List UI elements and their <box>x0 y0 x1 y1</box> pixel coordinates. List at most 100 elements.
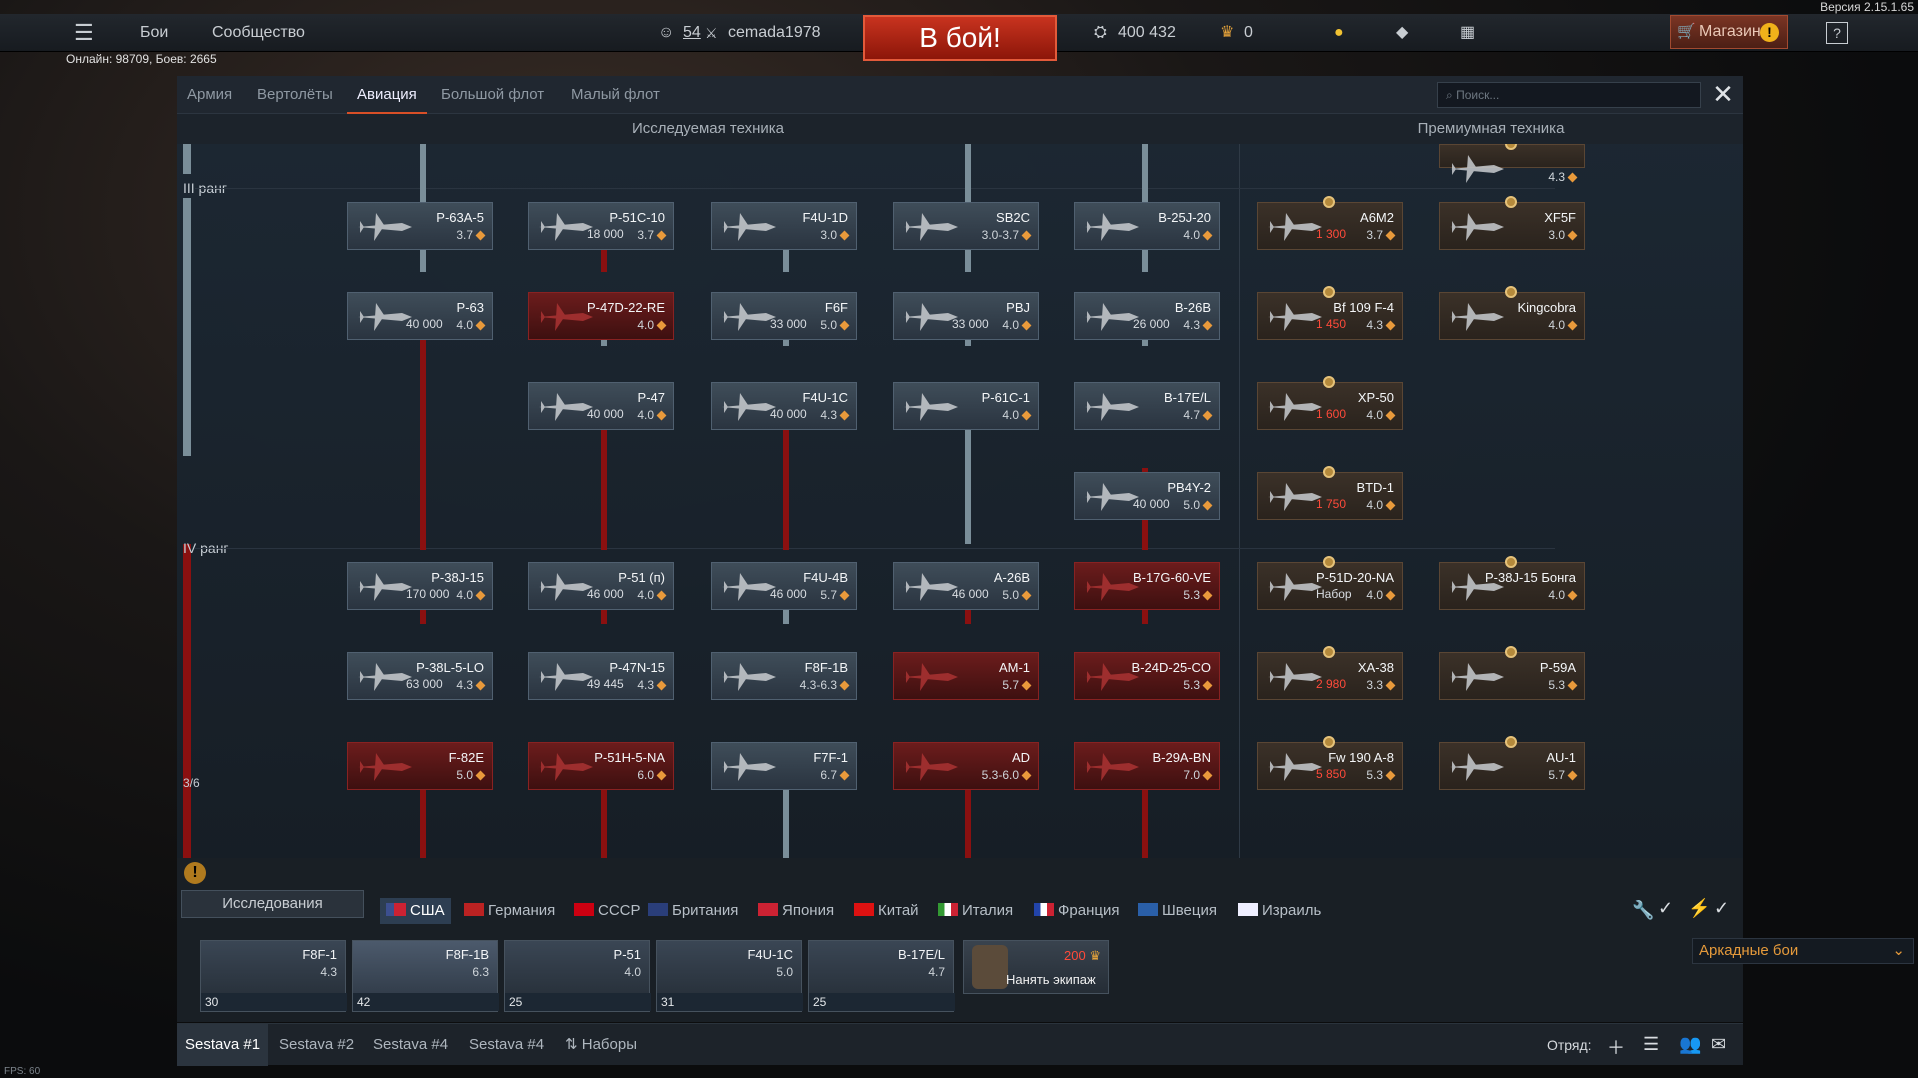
vehicle-card[interactable]: A-26B 46 000 5.0 <box>893 562 1039 610</box>
premium-vehicle-card[interactable]: A6M2 1 300 3.7 <box>1257 202 1403 250</box>
close-icon[interactable]: ✕ <box>1709 80 1737 108</box>
search-input[interactable]: ⌕ Поиск... <box>1437 82 1701 108</box>
wrench-icon[interactable]: 🔧 <box>1632 900 1654 921</box>
list-icon[interactable]: ☰ <box>1643 1034 1659 1055</box>
crew-slot[interactable]: F8F-1 4.3 30 <box>200 940 347 1012</box>
player-name[interactable]: cemada1978 <box>728 14 821 52</box>
tab-coastal-fleet[interactable]: Малый флот <box>561 76 670 114</box>
battle-rating-icon <box>656 770 667 781</box>
presets-button[interactable]: ⇅ Наборы <box>557 1024 645 1066</box>
nation-germany[interactable]: Германия <box>464 898 555 924</box>
crew-slot[interactable]: F4U-1C 5.0 31 <box>656 940 803 1012</box>
nation-france[interactable]: Франция <box>1034 898 1119 924</box>
menu-community[interactable]: Сообщество <box>212 14 305 52</box>
to-battle-button[interactable]: В бой! <box>863 15 1057 61</box>
premium-vehicle-card[interactable]: P-38J-15 Бонга 4.0 <box>1439 562 1585 610</box>
vehicle-card[interactable]: P-51C-10 18 000 3.7 <box>528 202 674 250</box>
tab-helicopters[interactable]: Вертолёты <box>247 76 343 114</box>
premium-vehicle-card[interactable]: Kingcobra 4.0 <box>1439 292 1585 340</box>
checkmark-icon[interactable]: ✓ <box>1658 898 1673 919</box>
nation-usa[interactable]: США <box>380 898 451 924</box>
nation-sweden[interactable]: Швеция <box>1138 898 1217 924</box>
vehicle-card[interactable]: F-82E 5.0 <box>347 742 493 790</box>
vehicle-card[interactable]: F4U-1D 3.0 <box>711 202 857 250</box>
vehicle-card[interactable]: P-38J-15 170 000 4.0 <box>347 562 493 610</box>
preset-tab[interactable]: Sestava #4 <box>461 1024 552 1066</box>
vehicle-name: B-24D-25-CO <box>1131 660 1211 675</box>
vehicle-card[interactable]: PB4Y-2 40 000 5.0 <box>1074 472 1220 520</box>
vehicle-card[interactable]: P-47 40 000 4.0 <box>528 382 674 430</box>
vehicle-card[interactable]: B-17E/L 4.7 <box>1074 382 1220 430</box>
vehicle-card[interactable]: B-17G-60-VE 5.3 <box>1074 562 1220 610</box>
alert-icon[interactable]: ! <box>184 862 206 884</box>
vehicle-card[interactable]: F7F-1 6.7 <box>711 742 857 790</box>
vehicle-card[interactable]: P-51 (п) 46 000 4.0 <box>528 562 674 610</box>
nation-israel[interactable]: Израиль <box>1238 898 1321 924</box>
premium-vehicle-card[interactable]: XP-50 1 600 4.0 <box>1257 382 1403 430</box>
tab-aviation[interactable]: Авиация <box>347 76 427 114</box>
premium-vehicle-card[interactable]: P-51D-20-NA Набор 4.0 <box>1257 562 1403 610</box>
lightbulb-icon[interactable]: ● <box>1334 14 1344 52</box>
vehicle-card[interactable]: B-25J-20 4.0 <box>1074 202 1220 250</box>
nation-ussr[interactable]: СССР <box>574 898 641 924</box>
vehicle-card[interactable]: P-47D-22-RE 4.0 <box>528 292 674 340</box>
vehicle-card[interactable]: AM-1 5.7 <box>893 652 1039 700</box>
vehicle-card[interactable]: P-63 40 000 4.0 <box>347 292 493 340</box>
nation-britain[interactable]: Британия <box>648 898 738 924</box>
tab-bluewater-fleet[interactable]: Большой флот <box>431 76 554 114</box>
aircraft-icon <box>815 949 885 987</box>
vehicle-card[interactable]: F8F-1B 4.3-6.3 <box>711 652 857 700</box>
battle-rating-value: 5.7 <box>820 588 837 602</box>
vehicle-card[interactable]: P-47N-15 49 445 4.3 <box>528 652 674 700</box>
vehicle-card[interactable]: P-63A-5 3.7 <box>347 202 493 250</box>
vehicle-card[interactable]: PBJ 33 000 4.0 <box>893 292 1039 340</box>
hamburger-menu-icon[interactable]: ☰ <box>74 14 98 52</box>
vehicle-name: P-38J-15 <box>431 570 484 585</box>
vehicle-card[interactable]: P-38L-5-LO 63 000 4.3 <box>347 652 493 700</box>
vehicle-card[interactable]: F4U-1C 40 000 4.3 <box>711 382 857 430</box>
player-avatar-icon[interactable]: ☺ <box>658 14 676 52</box>
friends-icon[interactable]: 👥 <box>1679 1034 1701 1055</box>
premium-vehicle-card[interactable]: Bf 109 F-4 1 450 4.3 <box>1257 292 1403 340</box>
vehicle-card[interactable]: B-26B 26 000 4.3 <box>1074 292 1220 340</box>
vehicle-card[interactable]: AD 5.3-6.0 <box>893 742 1039 790</box>
checkmark-icon[interactable]: ✓ <box>1714 898 1729 919</box>
nation-japan[interactable]: Япония <box>758 898 834 924</box>
premium-vehicle-card[interactable]: P-59A 5.3 <box>1439 652 1585 700</box>
preset-tab[interactable]: Sestava #1 <box>177 1024 269 1066</box>
vehicle-card[interactable]: P-51H-5-NA 6.0 <box>528 742 674 790</box>
crew-slot[interactable]: B-17E/L 4.7 25 <box>808 940 955 1012</box>
premium-vehicle-card[interactable]: BTD-1 1 750 4.0 <box>1257 472 1403 520</box>
game-mode-select[interactable]: Аркадные бои ⌄ <box>1692 938 1914 964</box>
premium-vehicle-card[interactable]: Fw 190 A-8 5 850 5.3 <box>1257 742 1403 790</box>
add-squad-member-icon[interactable]: ＋ <box>1607 1034 1625 1060</box>
hire-crew-button[interactable]: 200 ♛ Нанять экипаж <box>963 940 1109 994</box>
help-button[interactable]: ? <box>1826 22 1848 44</box>
research-toggle-button[interactable]: Исследования <box>181 890 364 918</box>
preset-tab[interactable]: Sestava #4 <box>365 1024 456 1066</box>
nation-italy[interactable]: Италия <box>938 898 1013 924</box>
shop-button[interactable]: 🛒 Магазин ! <box>1670 15 1788 49</box>
premium-vehicle-card[interactable]: XF5F 3.0 <box>1439 202 1585 250</box>
menu-battles[interactable]: Бои <box>140 14 168 52</box>
vehicle-name: B-17E/L <box>1164 390 1211 405</box>
crew-slot[interactable]: P-51 4.0 25 <box>504 940 651 1012</box>
preset-tab[interactable]: Sestava #2 <box>271 1024 362 1066</box>
premium-vehicle-card[interactable]: XA-38 2 980 3.3 <box>1257 652 1403 700</box>
crew-slot[interactable]: F8F-1B 6.3 42 <box>352 940 499 1012</box>
repair-all-icon[interactable]: ⚡ <box>1688 898 1710 919</box>
premium-vehicle-card[interactable]: AU-1 5.7 <box>1439 742 1585 790</box>
vehicle-card[interactable]: SB2C 3.0-3.7 <box>893 202 1039 250</box>
diamond-icon[interactable]: ◆ <box>1396 14 1408 52</box>
vehicle-card[interactable]: F4U-4B 46 000 5.7 <box>711 562 857 610</box>
mail-icon[interactable]: ✉ <box>1711 1034 1726 1055</box>
ticket-icon[interactable]: ▦ <box>1460 14 1475 52</box>
vehicle-card[interactable]: P-61C-1 4.0 <box>893 382 1039 430</box>
battle-rating-value: 4.3 <box>1366 318 1383 332</box>
battle-rating-icon <box>1567 770 1578 781</box>
nation-china[interactable]: Китай <box>854 898 919 924</box>
tab-army[interactable]: Армия <box>177 76 242 114</box>
vehicle-card[interactable]: F6F 33 000 5.0 <box>711 292 857 340</box>
vehicle-card[interactable]: B-29A-BN 7.0 <box>1074 742 1220 790</box>
vehicle-card[interactable]: B-24D-25-CO 5.3 <box>1074 652 1220 700</box>
